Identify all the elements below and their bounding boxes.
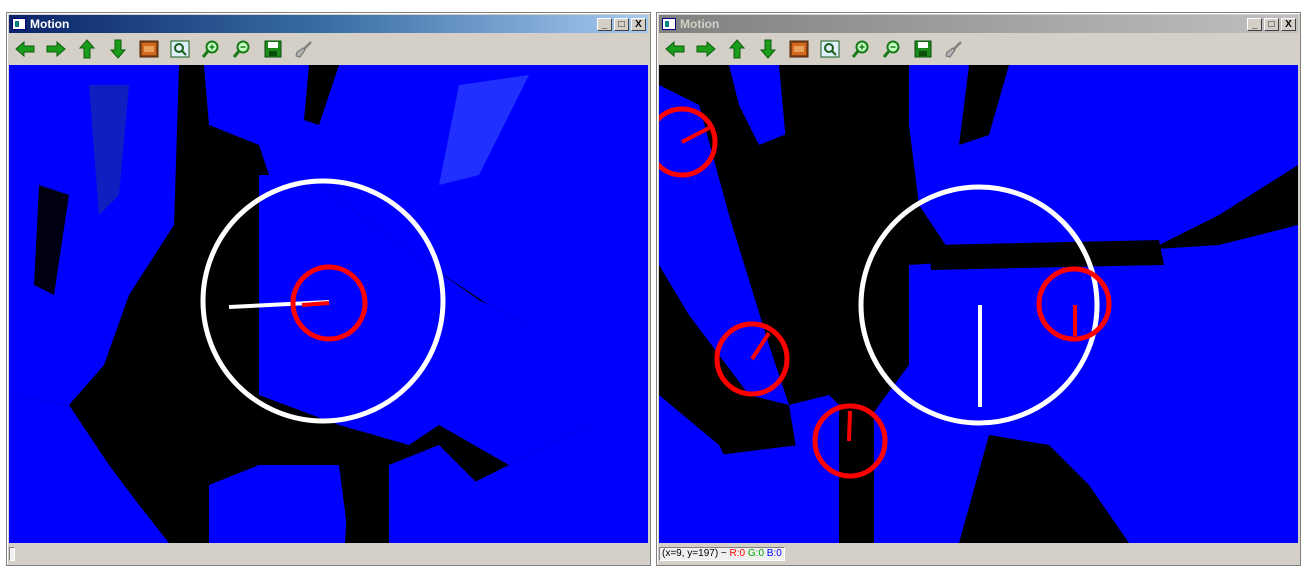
status-bar <box>9 545 648 562</box>
motion-window-left: Motion _ □ X <box>6 12 651 566</box>
zoom-fit-icon[interactable] <box>168 38 192 60</box>
image-icon[interactable] <box>137 38 161 60</box>
window-title: Motion <box>30 17 70 31</box>
green-value: G:0 <box>747 547 765 559</box>
up-arrow-icon[interactable] <box>725 38 749 60</box>
app-icon <box>662 18 676 30</box>
close-button[interactable]: X <box>1281 17 1296 31</box>
title-bar[interactable]: Motion _ □ X <box>659 15 1298 33</box>
red-value: R:0 <box>729 547 746 559</box>
up-arrow-icon[interactable] <box>75 38 99 60</box>
zoom-fit-icon[interactable] <box>818 38 842 60</box>
status-field <box>9 546 15 561</box>
zoom-in-icon[interactable] <box>849 38 873 60</box>
window-title: Motion <box>680 17 720 31</box>
right-arrow-icon[interactable] <box>694 38 718 60</box>
maximize-button[interactable]: □ <box>1264 17 1279 31</box>
save-icon[interactable] <box>261 38 285 60</box>
minimize-button[interactable]: _ <box>597 17 612 31</box>
brush-icon[interactable] <box>292 38 316 60</box>
close-button[interactable]: X <box>631 17 646 31</box>
brush-icon[interactable] <box>942 38 966 60</box>
motion-window-right: Motion _ □ X (x=9, y=197) ~ R:0 G:0 B:0 <box>656 12 1301 566</box>
toolbar <box>9 35 648 63</box>
title-bar[interactable]: Motion _ □ X <box>9 15 648 33</box>
zoom-in-icon[interactable] <box>199 38 223 60</box>
image-icon[interactable] <box>787 38 811 60</box>
image-canvas[interactable] <box>657 65 1298 543</box>
image-canvas[interactable] <box>9 65 648 543</box>
app-icon <box>12 18 26 30</box>
down-arrow-icon[interactable] <box>106 38 130 60</box>
zoom-out-icon[interactable] <box>230 38 254 60</box>
left-arrow-icon[interactable] <box>13 38 37 60</box>
pixel-readout: (x=9, y=197) ~ R:0 G:0 B:0 <box>659 546 785 561</box>
down-arrow-icon[interactable] <box>756 38 780 60</box>
save-icon[interactable] <box>911 38 935 60</box>
zoom-out-icon[interactable] <box>880 38 904 60</box>
toolbar <box>659 35 1298 63</box>
left-arrow-icon[interactable] <box>663 38 687 60</box>
cursor-coords: (x=9, y=197) ~ <box>662 547 727 559</box>
minimize-button[interactable]: _ <box>1247 17 1262 31</box>
right-arrow-icon[interactable] <box>44 38 68 60</box>
status-bar: (x=9, y=197) ~ R:0 G:0 B:0 <box>659 545 1298 562</box>
maximize-button[interactable]: □ <box>614 17 629 31</box>
blue-value: B:0 <box>766 547 782 559</box>
